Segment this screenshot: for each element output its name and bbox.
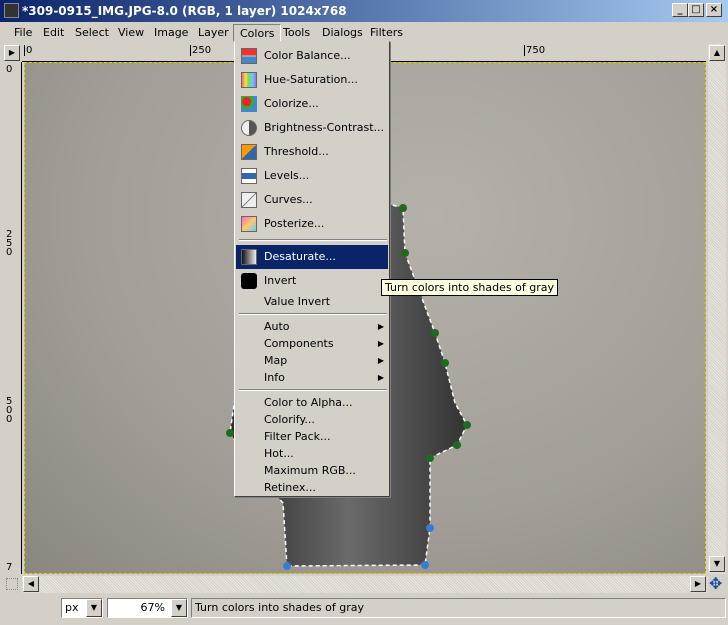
scroll-left-button[interactable]: ◀ <box>23 576 39 592</box>
zoom-select[interactable]: 67% ▼ <box>107 598 188 618</box>
curves-icon <box>241 192 257 208</box>
menu-separator <box>239 313 387 315</box>
maximize-button[interactable]: □ <box>688 3 704 17</box>
posterize-icon <box>241 216 257 232</box>
menu-file[interactable]: File <box>8 24 38 42</box>
status-bar: px ▼ 67% ▼ Turn colors into shades of gray <box>0 596 728 622</box>
quick-mask-toggle[interactable] <box>6 578 18 590</box>
chevron-down-icon[interactable]: ▼ <box>86 599 102 617</box>
scroll-down-button[interactable]: ▼ <box>709 556 725 572</box>
app-icon <box>4 3 19 18</box>
menu-filters[interactable]: Filters <box>364 24 409 42</box>
menu-item-colorize[interactable]: Colorize... <box>236 93 388 115</box>
menu-dialogs[interactable]: Dialogs <box>316 24 369 42</box>
menu-item-maximum-rgb[interactable]: Maximum RGB... <box>236 462 388 479</box>
menu-select[interactable]: Select <box>69 24 115 42</box>
menu-item-brightness-contrast[interactable]: Brightness-Contrast... <box>236 117 388 139</box>
menu-separator <box>239 239 387 241</box>
status-message: Turn colors into shades of gray <box>191 598 726 618</box>
menu-bar: File Edit Select View Image Layer Colors… <box>0 22 728 42</box>
submenu-arrow-icon: ▶ <box>377 339 384 348</box>
colorize-icon <box>241 96 257 112</box>
menu-item-retinex[interactable]: Retinex... <box>236 479 388 496</box>
scroll-right-button[interactable]: ▶ <box>690 576 706 592</box>
menu-view[interactable]: View <box>112 24 150 42</box>
chevron-down-icon[interactable]: ▼ <box>171 599 187 617</box>
menu-separator <box>239 389 387 391</box>
invert-icon <box>241 273 257 289</box>
levels-icon <box>241 168 257 184</box>
submenu-arrow-icon: ▶ <box>377 322 384 331</box>
vertical-scrollbar[interactable]: ▲ ▼ <box>708 44 726 574</box>
quick-mask-menu-button[interactable]: ▶ <box>4 45 20 61</box>
hue-saturation-icon <box>241 72 257 88</box>
menu-edit[interactable]: Edit <box>37 24 70 42</box>
menu-item-info[interactable]: Info ▶ <box>236 369 388 386</box>
minimize-button[interactable]: _ <box>672 3 688 17</box>
scroll-up-button[interactable]: ▲ <box>709 45 725 61</box>
menu-item-curves[interactable]: Curves... <box>236 189 388 211</box>
menu-item-map[interactable]: Map ▶ <box>236 352 388 369</box>
menu-item-color-to-alpha[interactable]: Color to Alpha... <box>236 394 388 411</box>
menu-item-hue-saturation[interactable]: Hue-Saturation... <box>236 69 388 91</box>
submenu-arrow-icon: ▶ <box>377 356 384 365</box>
threshold-icon <box>241 144 257 160</box>
menu-item-desaturate[interactable]: Desaturate... <box>236 245 388 269</box>
menu-colors[interactable]: Colors <box>233 24 282 42</box>
menu-item-hot[interactable]: Hot... <box>236 445 388 462</box>
menu-layer[interactable]: Layer <box>192 24 235 42</box>
tooltip: Turn colors into shades of gray <box>381 279 558 296</box>
menu-item-color-balance[interactable]: Color Balance... <box>236 45 388 67</box>
menu-item-value-invert[interactable]: Value Invert <box>236 293 388 310</box>
navigate-icon[interactable]: ✥ <box>709 574 722 593</box>
color-balance-icon <box>241 48 257 64</box>
menu-image[interactable]: Image <box>148 24 194 42</box>
colors-menu: Color Balance... Hue-Saturation... Color… <box>234 41 390 497</box>
menu-item-threshold[interactable]: Threshold... <box>236 141 388 163</box>
horizontal-scrollbar[interactable]: ◀ ▶ <box>22 576 708 593</box>
menu-item-levels[interactable]: Levels... <box>236 165 388 187</box>
menu-item-colorify[interactable]: Colorify... <box>236 411 388 428</box>
unit-select[interactable]: px ▼ <box>61 598 103 618</box>
close-button[interactable]: × <box>706 3 722 17</box>
menu-item-filter-pack[interactable]: Filter Pack... <box>236 428 388 445</box>
brightness-contrast-icon <box>241 120 257 136</box>
menu-item-posterize[interactable]: Posterize... <box>236 213 388 235</box>
menu-item-components[interactable]: Components ▶ <box>236 335 388 352</box>
menu-item-invert[interactable]: Invert <box>236 270 388 292</box>
menu-item-auto[interactable]: Auto ▶ <box>236 318 388 335</box>
menu-tools[interactable]: Tools <box>277 24 316 42</box>
title-bar: *309-0915_IMG.JPG-8.0 (RGB, 1 layer) 102… <box>0 0 728 22</box>
desaturate-icon <box>241 249 257 265</box>
window-title: *309-0915_IMG.JPG-8.0 (RGB, 1 layer) 102… <box>22 4 347 18</box>
vertical-ruler: 0 250 500 7 <box>4 62 22 574</box>
submenu-arrow-icon: ▶ <box>377 373 384 382</box>
